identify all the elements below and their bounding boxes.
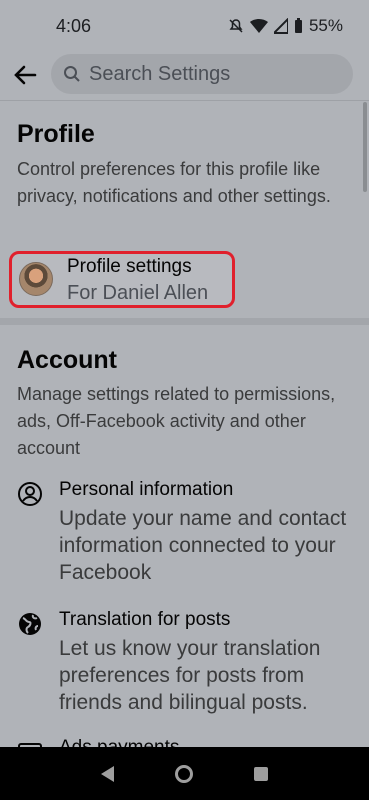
- header-divider: [0, 100, 369, 101]
- nav-recents-icon[interactable]: [254, 766, 269, 781]
- scrollbar[interactable]: [363, 102, 367, 192]
- navigation-bar: [0, 747, 369, 800]
- avatar: [19, 262, 53, 296]
- person-circle-icon: [18, 482, 42, 506]
- section-separator: [0, 318, 369, 325]
- translation-desc: Let us know your translation preferences…: [59, 637, 321, 714]
- account-section-title: Account: [17, 346, 117, 374]
- status-icons: 55%: [228, 16, 343, 36]
- signal-icon: [273, 18, 288, 34]
- personal-information-title: Personal information: [59, 479, 234, 500]
- personal-information-desc: Update your name and contact information…: [59, 507, 347, 584]
- translation-title: Translation for posts: [59, 609, 231, 630]
- search-placeholder: Search Settings: [89, 62, 231, 85]
- profile-settings-item[interactable]: Profile settings For Daniel Allen: [9, 251, 235, 308]
- profile-settings-owner: For Daniel Allen: [67, 282, 209, 304]
- search-input[interactable]: Search Settings: [51, 54, 353, 94]
- nav-back-icon[interactable]: [100, 765, 114, 782]
- wifi-icon: [249, 19, 268, 33]
- search-icon: [64, 66, 80, 82]
- nav-home-icon[interactable]: [174, 764, 193, 783]
- status-bar: 4:06 55%: [0, 0, 369, 52]
- mute-icon: [229, 19, 243, 33]
- arrow-left-icon: [14, 65, 37, 85]
- account-section-description: Manage settings related to permissions, …: [17, 384, 336, 458]
- battery-percent: 55%: [308, 16, 343, 35]
- profile-settings-label: Profile settings: [67, 256, 192, 277]
- back-button[interactable]: [1, 53, 49, 97]
- battery-icon: [294, 18, 302, 33]
- status-time: 4:06: [56, 15, 92, 36]
- profile-section-description: Control preferences for this profile lik…: [17, 159, 331, 206]
- profile-section-title: Profile: [17, 120, 95, 148]
- globe-icon: [19, 613, 41, 635]
- top-bar: Search Settings: [0, 52, 369, 98]
